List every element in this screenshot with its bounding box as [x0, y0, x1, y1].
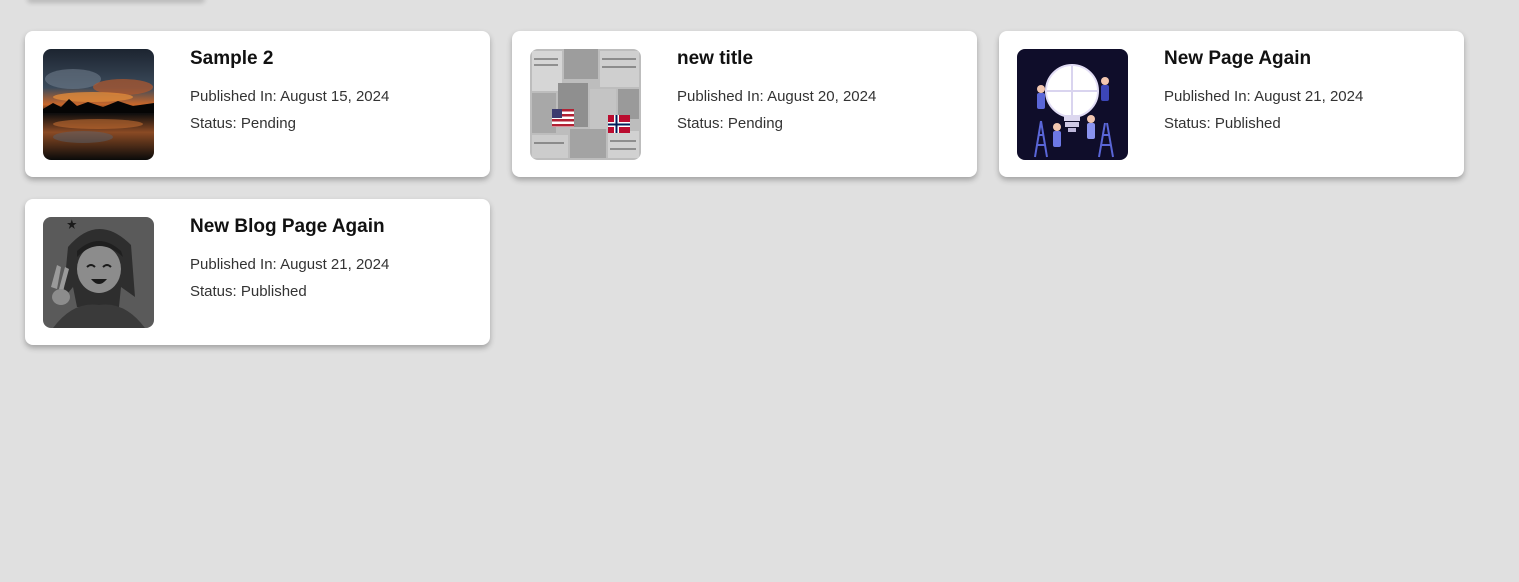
blog-list-page: Sample 2 Published In: August 15, 2024 S…: [0, 0, 1519, 582]
blog-card[interactable]: Sample 2 Published In: August 15, 2024 S…: [25, 31, 490, 177]
anime-girl-sketch: [43, 217, 154, 328]
blog-card[interactable]: New Blog Page Again Published In: August…: [25, 199, 490, 345]
card-thumbnail-anime: [43, 217, 154, 328]
card-published-date: Published In: August 21, 2024: [1164, 88, 1364, 105]
card-status: Status: Published: [1164, 115, 1281, 132]
sunset-lake-image: [43, 49, 154, 160]
card-status: Status: Pending: [677, 115, 783, 132]
blog-card[interactable]: new title Published In: August 20, 2024 …: [512, 31, 977, 177]
lightbulb-puzzle-illustration: [1017, 49, 1128, 160]
card-thumbnail-lightbulb: [1017, 49, 1128, 160]
card-published-date: Published In: August 15, 2024: [190, 88, 390, 105]
card-status: Status: Pending: [190, 115, 296, 132]
newspaper-collage-image: [530, 49, 641, 160]
card-status: Status: Published: [190, 283, 307, 300]
card-title[interactable]: Sample 2: [190, 48, 273, 70]
card-title[interactable]: New Page Again: [1164, 48, 1311, 70]
card-thumbnail-sunset: [43, 49, 154, 160]
card-title[interactable]: new title: [677, 48, 753, 70]
card-published-date: Published In: August 20, 2024: [677, 88, 877, 105]
blog-card-grid: Sample 2 Published In: August 15, 2024 S…: [25, 31, 1470, 345]
blog-card[interactable]: New Page Again Published In: August 21, …: [999, 31, 1464, 177]
card-title[interactable]: New Blog Page Again: [190, 216, 385, 238]
card-published-date: Published In: August 21, 2024: [190, 256, 390, 273]
card-thumbnail-newspaper: [530, 49, 641, 160]
